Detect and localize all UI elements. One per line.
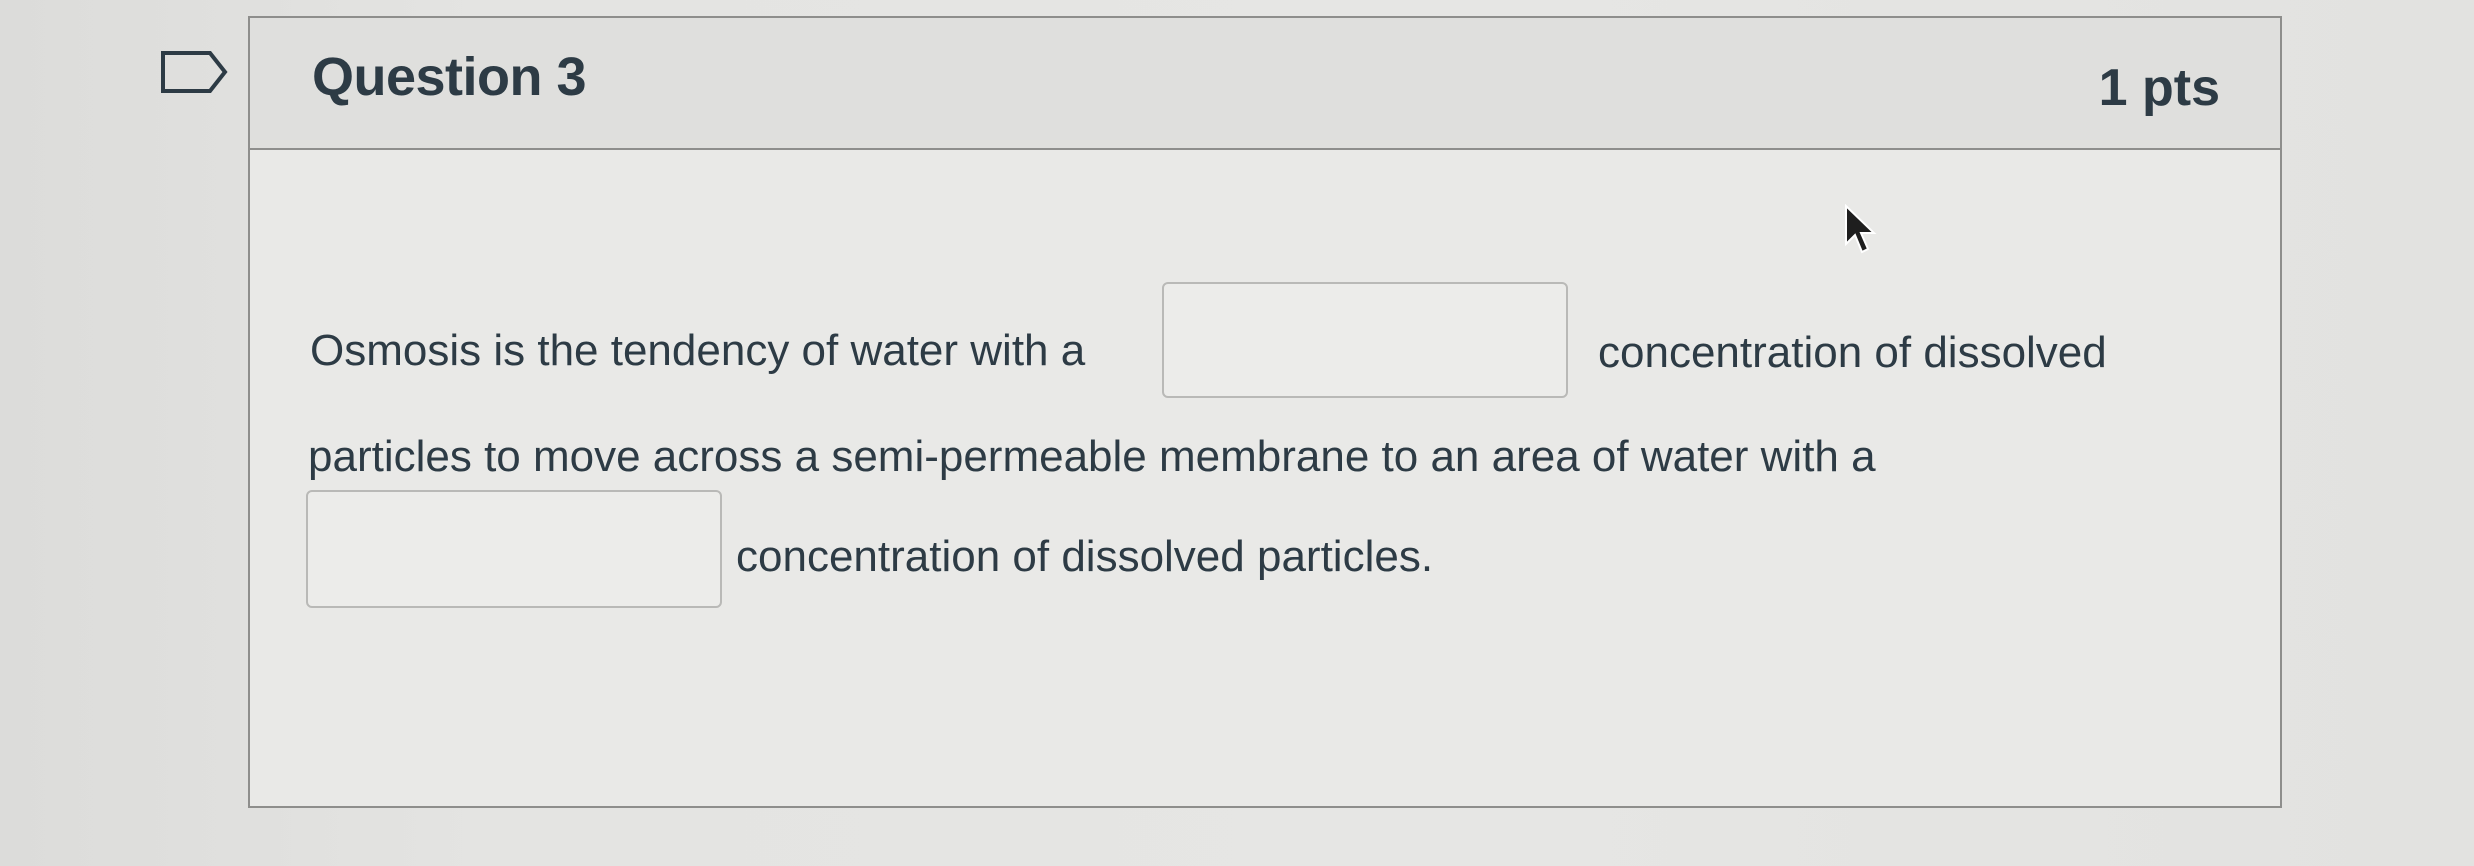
question-text-line1-start: Osmosis is the tendency of water with a (310, 326, 1086, 375)
question-card: Question 3 1 pts Osmosis is the tendency… (248, 16, 2282, 808)
mouse-pointer-icon (1845, 204, 1877, 254)
question-title: Question 3 (312, 47, 587, 107)
question-text-line2: particles to move across a semi-permeabl… (308, 432, 1876, 481)
question-header: Question 3 1 pts (250, 18, 2280, 150)
flag-icon[interactable] (160, 50, 228, 94)
blank-answer-1[interactable] (1162, 282, 1568, 398)
quiz-page: Question 3 1 pts Osmosis is the tendency… (0, 0, 2474, 866)
blank-answer-2[interactable] (306, 490, 722, 608)
question-text-line3-end: concentration of dissolved particles. (736, 532, 1434, 581)
question-text-line1-end: concentration of dissolved (1598, 328, 2107, 377)
question-body: Osmosis is the tendency of water with a … (250, 150, 2280, 808)
question-points: 1 pts (2098, 59, 2220, 117)
